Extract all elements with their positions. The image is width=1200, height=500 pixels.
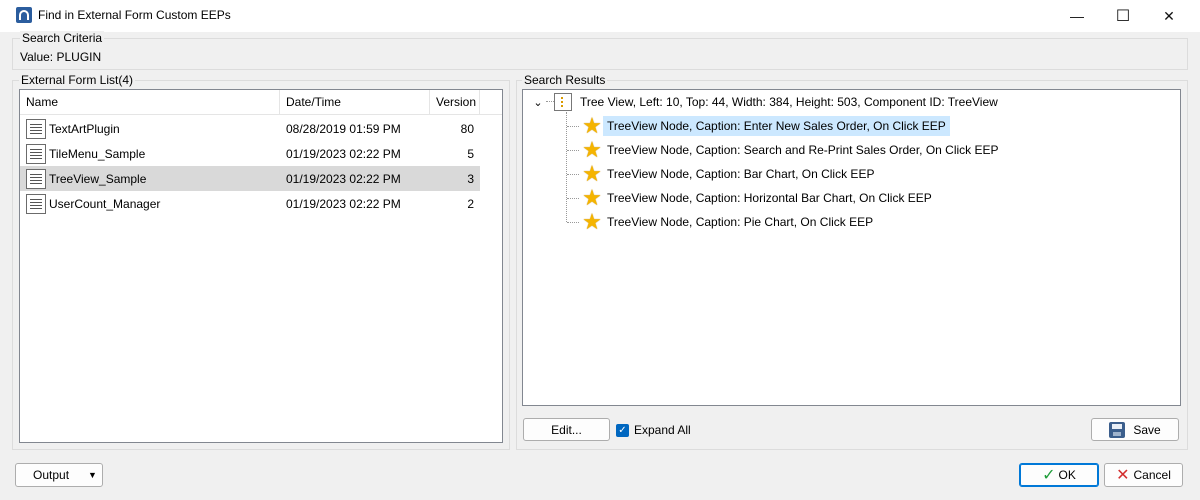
search-criteria-group <box>12 38 1188 70</box>
star-icon: ★ <box>582 137 602 162</box>
tree-child-node[interactable]: ★ TreeView Node, Caption: Horizontal Bar… <box>581 187 936 209</box>
search-results-tree[interactable]: ⌄ Tree View, Left: 10, Top: 44, Width: 3… <box>522 89 1181 406</box>
expand-all-checkbox[interactable]: ✓ Expand All <box>616 423 691 437</box>
floppy-disk-icon <box>1109 421 1126 438</box>
star-icon: ★ <box>582 113 602 138</box>
ok-label: OK <box>1058 468 1076 482</box>
chevron-down-icon[interactable]: ⌄ <box>531 96 545 109</box>
tree-node-label: TreeView Node, Caption: Pie Chart, On Cl… <box>607 215 874 229</box>
output-label: Output <box>33 468 70 482</box>
tree-node-label: TreeView Node, Caption: Bar Chart, On Cl… <box>607 167 875 181</box>
form-version: 2 <box>467 196 474 211</box>
list-item[interactable]: TextArtPlugin 08/28/2019 01:59 PM 80 <box>20 116 502 141</box>
app-icon <box>16 7 32 23</box>
output-dropdown-button[interactable]: Output ▼ <box>15 463 103 487</box>
list-item[interactable]: UserCount_Manager 01/19/2023 02:22 PM 2 <box>20 191 502 216</box>
form-name: UserCount_Manager <box>49 196 161 211</box>
ok-button[interactable]: ✓ OK <box>1019 463 1099 487</box>
save-button[interactable]: Save <box>1091 418 1179 441</box>
minimize-icon: — <box>1070 8 1084 24</box>
form-version: 3 <box>467 171 474 186</box>
form-datetime: 01/19/2023 02:22 PM <box>286 171 401 186</box>
checkmark-icon: ✓ <box>616 423 629 437</box>
x-icon: ✕ <box>1116 467 1130 484</box>
form-list-view[interactable]: Name Date/Time Version TextArtPlugin 08/… <box>19 89 503 443</box>
maximize-icon: ☐ <box>1115 8 1131 25</box>
window-title: Find in External Form Custom EEPs <box>38 8 231 22</box>
list-item[interactable]: TileMenu_Sample 01/19/2023 02:22 PM 5 <box>20 141 502 166</box>
checkmark-icon: ✓ <box>1042 467 1056 484</box>
form-list-label: External Form List(4) <box>19 73 136 87</box>
close-icon: ✕ <box>1163 7 1175 24</box>
close-button[interactable]: ✕ <box>1146 0 1192 32</box>
search-criteria-label: Search Criteria <box>20 31 105 45</box>
treeview-component-icon <box>554 93 572 111</box>
form-name: TextArtPlugin <box>49 121 120 136</box>
list-item-selected[interactable]: TreeView_Sample 01/19/2023 02:22 PM 3 <box>20 166 480 191</box>
minimize-button[interactable]: — <box>1054 0 1100 32</box>
column-header-name[interactable]: Name <box>20 90 280 114</box>
tree-node-label: TreeView Node, Caption: Horizontal Bar C… <box>607 191 932 205</box>
tree-root-label: Tree View, Left: 10, Top: 44, Width: 384… <box>580 95 998 109</box>
cancel-button[interactable]: ✕ Cancel <box>1104 463 1183 487</box>
expand-all-label: Expand All <box>634 423 691 437</box>
search-results-label: Search Results <box>522 73 608 87</box>
star-icon: ★ <box>582 161 602 186</box>
form-datetime: 01/19/2023 02:22 PM <box>286 196 401 211</box>
form-datetime: 08/28/2019 01:59 PM <box>286 121 401 136</box>
star-icon: ★ <box>582 185 602 210</box>
star-icon: ★ <box>582 209 602 234</box>
edit-button[interactable]: Edit... <box>523 418 610 441</box>
tree-child-node[interactable]: ★ TreeView Node, Caption: Pie Chart, On … <box>581 211 877 233</box>
form-document-icon <box>26 168 46 189</box>
cancel-label: Cancel <box>1133 468 1171 482</box>
save-label: Save <box>1133 422 1161 437</box>
tree-node-label: TreeView Node, Caption: Search and Re-Pr… <box>607 143 999 157</box>
search-value-text: Value: PLUGIN <box>20 50 102 64</box>
dropdown-arrow-icon: ▼ <box>88 470 97 480</box>
column-header-datetime[interactable]: Date/Time <box>280 90 430 114</box>
tree-root-node[interactable]: ⌄ Tree View, Left: 10, Top: 44, Width: 3… <box>531 91 1002 113</box>
form-document-icon <box>26 143 46 164</box>
form-document-icon <box>26 193 46 214</box>
maximize-button[interactable]: ☐ <box>1100 0 1146 32</box>
form-datetime: 01/19/2023 02:22 PM <box>286 146 401 161</box>
tree-node-label: TreeView Node, Caption: Enter New Sales … <box>603 116 950 136</box>
form-version: 80 <box>460 121 474 136</box>
tree-child-node[interactable]: ★ TreeView Node, Caption: Enter New Sale… <box>581 115 950 137</box>
tree-child-node[interactable]: ★ TreeView Node, Caption: Bar Chart, On … <box>581 163 878 185</box>
form-version: 5 <box>467 146 474 161</box>
tree-child-node[interactable]: ★ TreeView Node, Caption: Search and Re-… <box>581 139 1003 161</box>
form-list-header: Name Date/Time Version <box>20 90 502 115</box>
column-header-version[interactable]: Version <box>430 90 480 114</box>
form-name: TreeView_Sample <box>49 171 147 186</box>
form-document-icon <box>26 118 46 139</box>
form-name: TileMenu_Sample <box>49 146 146 161</box>
